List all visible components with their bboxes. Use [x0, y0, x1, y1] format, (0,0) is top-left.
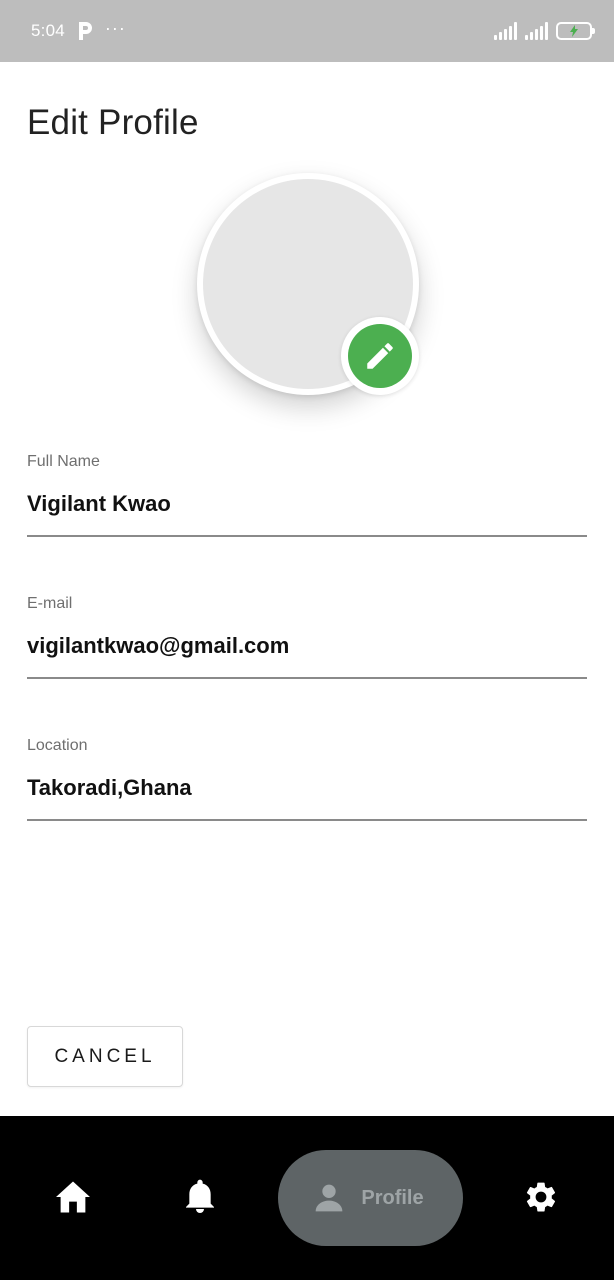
status-time: 5:04	[31, 21, 65, 40]
battery-charging-icon	[556, 22, 595, 40]
edit-avatar-button-inner	[348, 324, 412, 388]
bell-icon	[186, 1179, 214, 1213]
full-name-field: Full Name	[27, 453, 587, 537]
p-icon	[77, 21, 93, 41]
full-name-label: Full Name	[27, 453, 100, 470]
nav-notifications[interactable]	[180, 1176, 220, 1218]
email-field: E-mail	[27, 595, 587, 679]
edit-avatar-button[interactable]	[341, 317, 419, 395]
cancel-button[interactable]: CANCEL	[27, 1026, 183, 1087]
home-icon	[56, 1181, 90, 1213]
email-input[interactable]	[27, 631, 587, 661]
signal-icon	[525, 22, 548, 40]
location-label: Location	[27, 737, 88, 754]
signal-icon	[494, 22, 517, 40]
email-label: E-mail	[27, 595, 73, 612]
location-input[interactable]	[27, 773, 587, 803]
more-indicator: ···	[104, 18, 126, 38]
page-title: Edit Profile	[27, 103, 199, 142]
nav-home[interactable]	[52, 1176, 94, 1218]
gear-icon	[526, 1182, 556, 1212]
full-name-input[interactable]	[27, 489, 587, 519]
person-icon	[316, 1184, 343, 1212]
location-field: Location	[27, 737, 587, 821]
pencil-icon	[367, 343, 393, 369]
nav-settings[interactable]	[520, 1176, 562, 1218]
nav-profile[interactable]: Profile	[278, 1150, 463, 1246]
status-bar: 5:04 ···	[0, 0, 614, 62]
nav-profile-label: Profile	[361, 1186, 424, 1209]
status-icons	[494, 22, 595, 40]
bottom-nav: Profile	[0, 1116, 614, 1280]
